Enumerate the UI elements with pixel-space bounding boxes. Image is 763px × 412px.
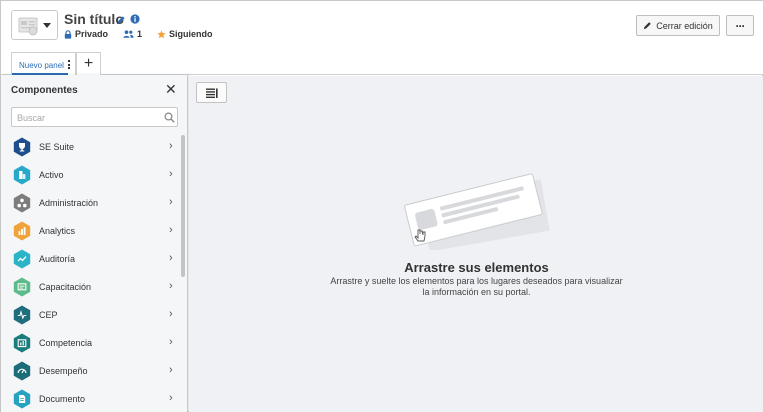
component-item-label: Competencia xyxy=(39,338,93,348)
component-item-8[interactable]: Competencia › xyxy=(1,329,179,357)
drag-drop-illustration xyxy=(404,173,550,250)
component-item-label: Desempeño xyxy=(39,366,88,376)
pulse-icon xyxy=(13,305,31,325)
app-frame: Sin título Privado 1 Siguiendo Cerrar ed… xyxy=(0,0,763,412)
tab-nuevo-panel[interactable]: Nuevo panel xyxy=(11,52,76,75)
component-item-1[interactable]: SE Suite › xyxy=(1,133,179,161)
panel-header: Sin título Privado 1 Siguiendo Cerrar ed… xyxy=(1,1,763,48)
component-item-2[interactable]: Activo › xyxy=(1,161,179,189)
component-item-4[interactable]: Analytics › xyxy=(1,217,179,245)
chevron-right-icon: › xyxy=(169,196,173,208)
close-edit-button[interactable]: Cerrar edición xyxy=(636,15,720,36)
component-item-6[interactable]: Capacitación › xyxy=(1,273,179,301)
users-count-value: 1 xyxy=(137,29,143,39)
close-edit-label: Cerrar edición xyxy=(656,20,713,31)
star-icon xyxy=(157,29,166,38)
tab-label: Nuevo panel xyxy=(19,61,64,70)
competence-icon xyxy=(13,333,31,353)
components-panel: Componentes ✕ SE Suite›Activo›Administra… xyxy=(1,75,188,412)
lock-icon xyxy=(64,29,72,39)
component-item-label: Analytics xyxy=(39,226,76,236)
components-list: SE Suite › Activo › Administración › Analytics… xyxy=(1,133,179,412)
component-item-label: Activo xyxy=(39,170,64,180)
users-count[interactable]: 1 xyxy=(123,29,142,39)
component-item-7[interactable]: CEP › xyxy=(1,301,179,329)
empty-state-description: Arrastre y suelte los elementos para los… xyxy=(330,276,623,297)
list-icon xyxy=(206,88,218,98)
pencil-icon xyxy=(644,22,651,30)
layout-menu-button[interactable] xyxy=(196,82,227,103)
panel-tab-bar: Nuevo panel + xyxy=(1,48,763,75)
empty-state-title: Arrastre sus elementos xyxy=(404,260,549,275)
training-icon xyxy=(13,277,31,297)
add-tab-button[interactable]: + xyxy=(76,52,101,75)
panel-thumbnail-icon xyxy=(18,17,38,36)
trophy-icon xyxy=(13,137,31,157)
component-item-label: Auditoría xyxy=(39,254,76,264)
document-icon xyxy=(13,389,31,409)
chevron-right-icon: › xyxy=(169,364,173,376)
dashboard-canvas[interactable]: Arrastre sus elementos Arrastre y suelte… xyxy=(189,76,763,412)
users-icon xyxy=(123,30,134,38)
component-item-label: Documento xyxy=(39,394,86,404)
chevron-right-icon: › xyxy=(169,140,173,152)
privacy-label: Privado xyxy=(75,29,109,39)
chevron-right-icon: › xyxy=(169,168,173,180)
search-icon[interactable] xyxy=(164,112,175,123)
following-toggle[interactable]: Siguiendo xyxy=(157,29,213,39)
chevron-right-icon: › xyxy=(169,280,173,292)
page-title: Sin título xyxy=(64,11,124,27)
search-input[interactable] xyxy=(17,111,157,124)
component-item-label: SE Suite xyxy=(39,142,75,152)
chevron-right-icon: › xyxy=(169,392,173,404)
chevron-right-icon: › xyxy=(169,336,173,348)
component-item-5[interactable]: Auditoría › xyxy=(1,245,179,273)
gauge-icon xyxy=(13,361,31,381)
component-item-label: Capacitación xyxy=(39,282,92,292)
more-options-button[interactable]: ··· xyxy=(726,15,754,36)
close-icon[interactable]: ✕ xyxy=(165,82,177,96)
audit-icon xyxy=(13,249,31,269)
org-chart-icon xyxy=(13,193,31,213)
chevron-right-icon: › xyxy=(169,252,173,264)
chevron-right-icon: › xyxy=(169,308,173,320)
component-item-label: Administración xyxy=(39,198,99,208)
pencil-icon[interactable] xyxy=(116,15,126,25)
components-panel-title: Componentes xyxy=(11,85,78,96)
kebab-menu-icon[interactable] xyxy=(68,60,71,71)
building-icon xyxy=(13,165,31,185)
info-icon[interactable] xyxy=(130,14,140,24)
chevron-right-icon: › xyxy=(169,224,173,236)
panel-thumbnail-dropdown[interactable] xyxy=(11,10,58,40)
scrollbar[interactable] xyxy=(181,135,185,277)
chevron-down-icon xyxy=(43,23,51,28)
bar-chart-icon xyxy=(13,221,31,241)
privacy-status: Privado xyxy=(64,29,108,39)
component-item-label: CEP xyxy=(39,310,58,320)
component-item-3[interactable]: Administración › xyxy=(1,189,179,217)
component-item-10[interactable]: Documento › xyxy=(1,385,179,412)
search-box xyxy=(11,107,178,127)
following-label: Siguiendo xyxy=(169,29,213,39)
component-item-9[interactable]: Desempeño › xyxy=(1,357,179,385)
